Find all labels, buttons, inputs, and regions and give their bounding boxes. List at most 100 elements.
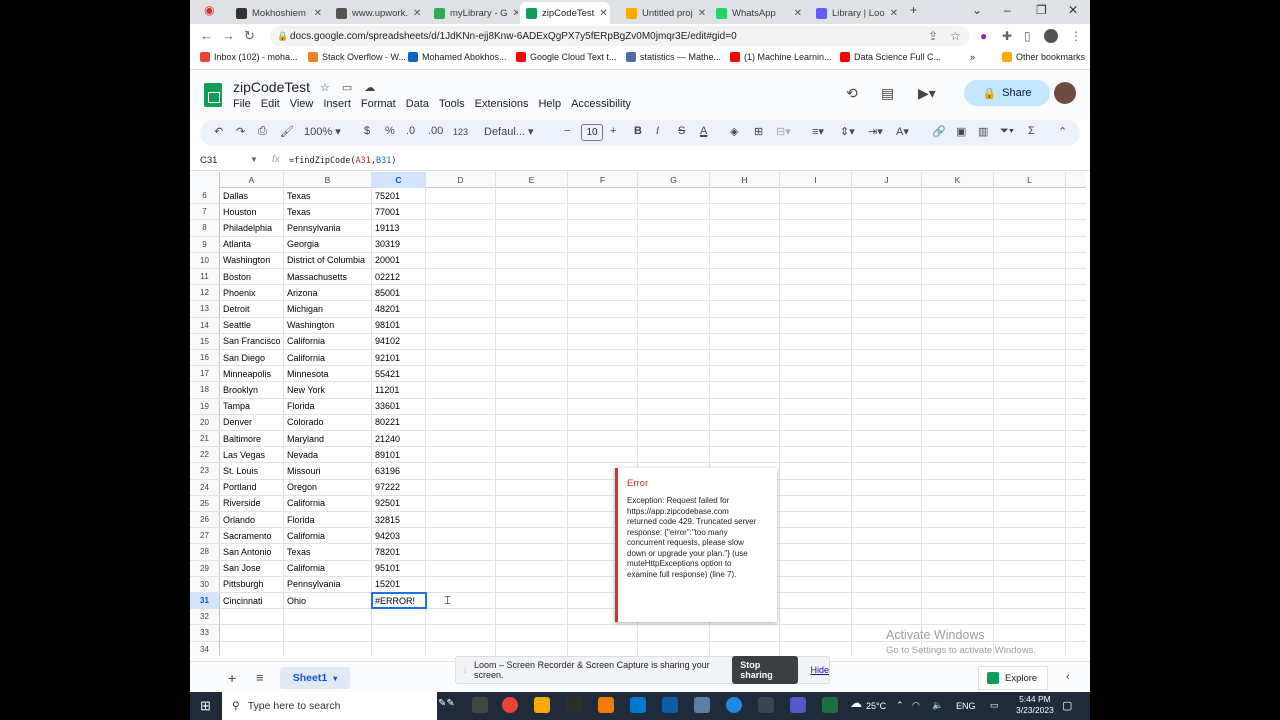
- empty-cell[interactable]: [496, 447, 568, 463]
- empty-cell[interactable]: [638, 220, 710, 236]
- empty-cell[interactable]: [568, 431, 638, 447]
- cell-c13[interactable]: 48201: [372, 301, 426, 317]
- cell-a32[interactable]: [220, 609, 284, 625]
- row-number[interactable]: 22: [190, 447, 220, 463]
- empty-cell[interactable]: [638, 317, 710, 333]
- empty-cell[interactable]: [922, 414, 994, 430]
- empty-cell[interactable]: [922, 576, 994, 592]
- tab-close-icon[interactable]: ✕: [314, 8, 322, 19]
- insert-link-icon[interactable]: 🔗: [932, 125, 946, 138]
- row-number[interactable]: 19: [190, 398, 220, 414]
- empty-cell[interactable]: [780, 609, 852, 625]
- empty-cell[interactable]: [994, 544, 1066, 560]
- empty-cell[interactable]: [496, 398, 568, 414]
- vertical-align-icon[interactable]: ⇕▾: [840, 125, 855, 138]
- empty-cell[interactable]: [710, 366, 780, 382]
- empty-cell[interactable]: [780, 625, 852, 641]
- tab-close-icon[interactable]: ✕: [413, 8, 421, 19]
- empty-cell[interactable]: [994, 414, 1066, 430]
- empty-cell[interactable]: [638, 188, 710, 204]
- empty-cell[interactable]: [994, 431, 1066, 447]
- cell-c17[interactable]: 55421: [372, 366, 426, 382]
- empty-cell[interactable]: [710, 220, 780, 236]
- empty-cell[interactable]: [568, 220, 638, 236]
- empty-cell[interactable]: [568, 204, 638, 220]
- cell-a12[interactable]: Phoenix: [220, 285, 284, 301]
- cell-c9[interactable]: 30319: [372, 236, 426, 252]
- cell-b32[interactable]: [284, 609, 372, 625]
- empty-cell[interactable]: [426, 431, 496, 447]
- cell-c25[interactable]: 92501: [372, 495, 426, 511]
- empty-cell[interactable]: [568, 269, 638, 285]
- empty-cell[interactable]: [994, 204, 1066, 220]
- empty-cell[interactable]: [426, 625, 496, 641]
- empty-cell[interactable]: [710, 398, 780, 414]
- column-header-d[interactable]: D: [426, 172, 496, 188]
- explore-button[interactable]: Explore: [978, 666, 1048, 690]
- extensions-puzzle-icon[interactable]: ✚: [1002, 29, 1012, 43]
- column-header-k[interactable]: K: [922, 172, 994, 188]
- cell-b16[interactable]: California: [284, 350, 372, 366]
- column-header-j[interactable]: J: [852, 172, 922, 188]
- empty-cell[interactable]: [780, 414, 852, 430]
- clock[interactable]: 5:44 PM 3/23/2023: [1016, 694, 1054, 716]
- side-panel-toggle-icon[interactable]: ‹: [1066, 671, 1070, 683]
- row-number[interactable]: 26: [190, 512, 220, 528]
- empty-cell[interactable]: [568, 301, 638, 317]
- menu-format[interactable]: Format: [361, 98, 396, 110]
- row-number[interactable]: 28: [190, 544, 220, 560]
- row-number[interactable]: 33: [190, 625, 220, 641]
- empty-cell[interactable]: [710, 447, 780, 463]
- empty-cell[interactable]: [922, 317, 994, 333]
- hide-banner-link[interactable]: Hide: [810, 665, 829, 675]
- empty-cell[interactable]: [426, 188, 496, 204]
- empty-cell[interactable]: [496, 236, 568, 252]
- empty-cell[interactable]: [852, 576, 922, 592]
- empty-cell[interactable]: [496, 576, 568, 592]
- tab-close-icon[interactable]: ✕: [513, 8, 518, 19]
- empty-cell[interactable]: [994, 593, 1066, 609]
- cell-c31[interactable]: #ERROR!: [371, 591, 427, 610]
- language-indicator[interactable]: ENG: [956, 701, 976, 711]
- cell-a31[interactable]: Cincinnati: [220, 593, 284, 609]
- formula-input[interactable]: =findZipCode(A31,B31): [289, 156, 397, 166]
- extension-icon[interactable]: ●: [980, 29, 987, 43]
- browser-tab[interactable]: Library | Loo ✕: [810, 2, 900, 24]
- cell-c8[interactable]: 19113: [372, 220, 426, 236]
- empty-cell[interactable]: [994, 317, 1066, 333]
- empty-cell[interactable]: [496, 414, 568, 430]
- network-icon[interactable]: ▭: [990, 700, 999, 711]
- empty-cell[interactable]: [710, 625, 780, 641]
- empty-cell[interactable]: [852, 204, 922, 220]
- cell-a18[interactable]: Brooklyn: [220, 382, 284, 398]
- empty-cell[interactable]: [922, 188, 994, 204]
- empty-cell[interactable]: [994, 382, 1066, 398]
- cell-a7[interactable]: Houston: [220, 204, 284, 220]
- empty-cell[interactable]: [710, 317, 780, 333]
- cell-b28[interactable]: Texas: [284, 544, 372, 560]
- cell-b24[interactable]: Oregon: [284, 479, 372, 495]
- empty-cell[interactable]: [426, 252, 496, 268]
- stop-sharing-button[interactable]: Stop sharing: [732, 656, 799, 684]
- cell-c24[interactable]: 97222: [372, 479, 426, 495]
- empty-cell[interactable]: [568, 641, 638, 656]
- empty-cell[interactable]: [496, 317, 568, 333]
- menu-insert[interactable]: Insert: [323, 98, 351, 110]
- decrease-decimal-button[interactable]: .0: [406, 125, 415, 137]
- row-number[interactable]: 17: [190, 366, 220, 382]
- cell-a22[interactable]: Las Vegas: [220, 447, 284, 463]
- empty-cell[interactable]: [922, 366, 994, 382]
- cell-b27[interactable]: California: [284, 528, 372, 544]
- cell-b10[interactable]: District of Columbia: [284, 252, 372, 268]
- empty-cell[interactable]: [922, 236, 994, 252]
- empty-cell[interactable]: [780, 333, 852, 349]
- empty-cell[interactable]: [922, 285, 994, 301]
- empty-cell[interactable]: [780, 641, 852, 656]
- cell-b29[interactable]: California: [284, 560, 372, 576]
- bookmarks-overflow-icon[interactable]: »: [970, 52, 975, 62]
- column-header-f[interactable]: F: [568, 172, 638, 188]
- terminal-icon[interactable]: [566, 697, 582, 713]
- new-tab-button[interactable]: +: [910, 3, 917, 17]
- empty-cell[interactable]: [496, 512, 568, 528]
- empty-cell[interactable]: [496, 366, 568, 382]
